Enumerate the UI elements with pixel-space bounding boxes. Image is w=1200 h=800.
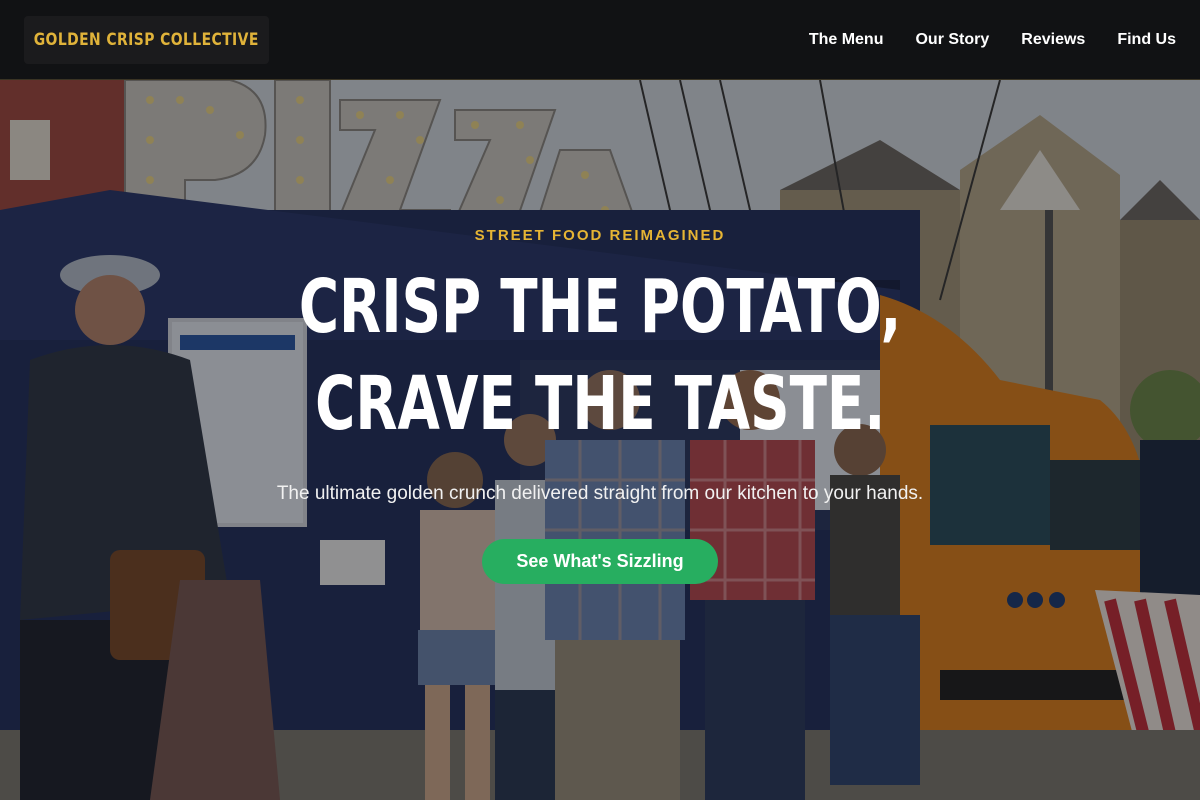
hero-headline-line1-text: CRISP THE POTATO, (298, 264, 902, 350)
nav-link-our-story[interactable]: Our Story (915, 31, 989, 49)
logo-text: GOLDEN CRISP COLLECTIVE (33, 30, 260, 50)
site-header: GOLDEN CRISP COLLECTIVE The Menu Our Sto… (0, 0, 1200, 80)
nav-link-find-us[interactable]: Find Us (1117, 31, 1176, 49)
hero-eyebrow: STREET FOOD REIMAGINED (474, 227, 726, 244)
hero-content: STREET FOOD REIMAGINED CRISP THE POTATO,… (0, 80, 1200, 800)
main-nav: The Menu Our Story Reviews Find Us (777, 0, 1176, 80)
hero-headline-line2-text: CRAVE THE TASTE. (314, 361, 886, 447)
see-whats-sizzling-button[interactable]: See What's Sizzling (482, 539, 718, 584)
hero-headline-line1: CRISP THE POTATO, (0, 270, 1200, 344)
hero-subtitle: The ultimate golden crunch delivered str… (276, 483, 924, 504)
logo[interactable]: GOLDEN CRISP COLLECTIVE (24, 16, 269, 64)
hero-section: STREET FOOD REIMAGINED CRISP THE POTATO,… (0, 80, 1200, 800)
hero-headline-line2: CRAVE THE TASTE. (0, 367, 1200, 441)
nav-link-reviews[interactable]: Reviews (1021, 31, 1085, 49)
nav-link-menu[interactable]: The Menu (809, 31, 884, 49)
